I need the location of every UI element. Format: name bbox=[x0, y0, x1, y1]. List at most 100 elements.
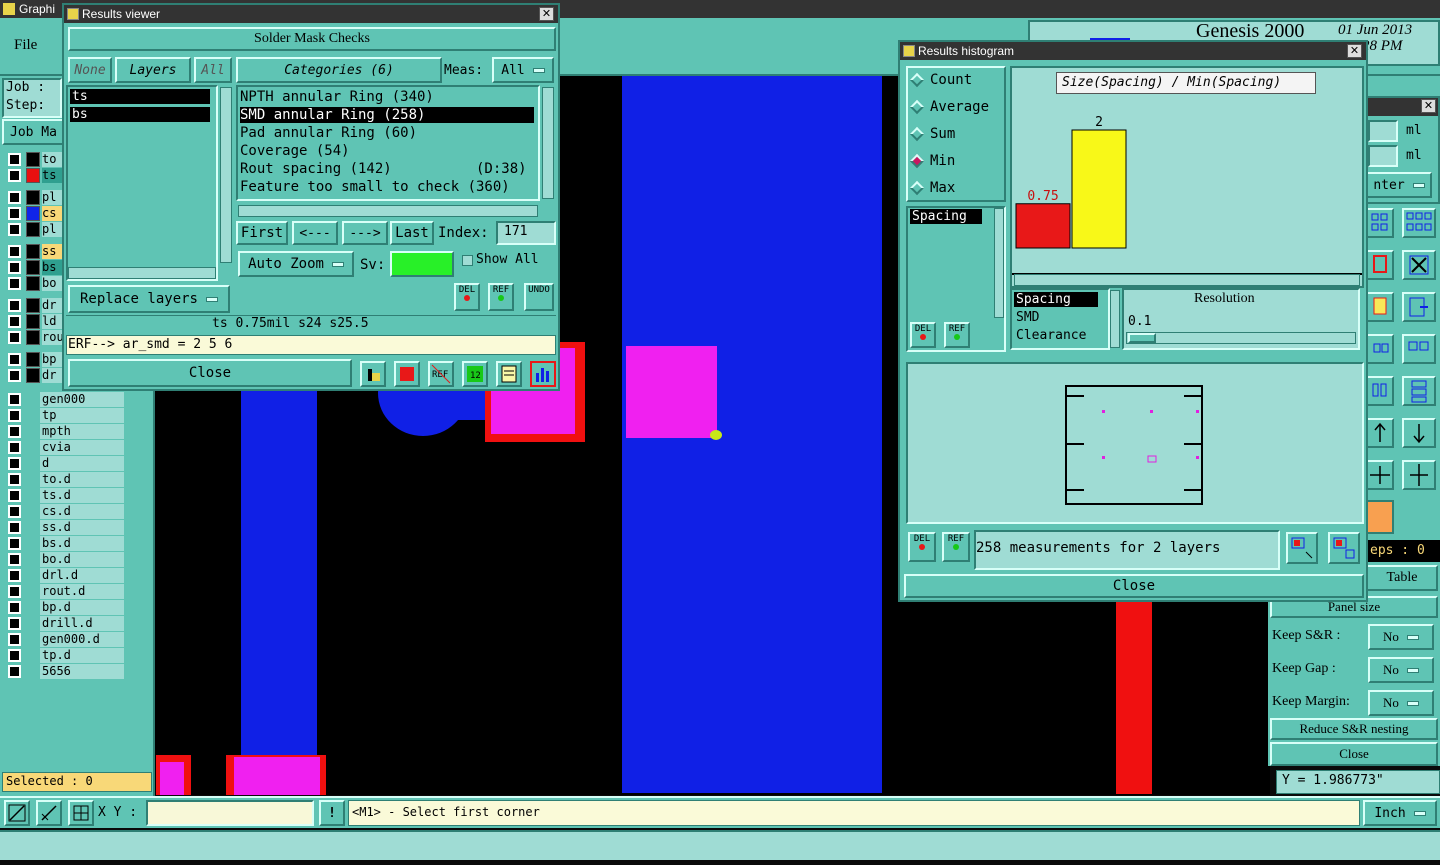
layer-checkbox[interactable] bbox=[8, 169, 21, 182]
arrow-vertical-icon[interactable] bbox=[1402, 460, 1436, 490]
layer-list-item[interactable]: gen000 bbox=[6, 392, 124, 407]
sub-dialog-close-icon[interactable]: ✕ bbox=[1421, 99, 1436, 113]
auto-zoom-select[interactable]: Auto Zoom bbox=[238, 251, 354, 277]
layer-list-checkbox[interactable] bbox=[8, 521, 21, 534]
categories-button[interactable]: Categories (6) bbox=[236, 57, 442, 83]
layout-icon-2[interactable] bbox=[1402, 334, 1436, 364]
right-close-button[interactable]: Close bbox=[1270, 742, 1438, 766]
layer-list-item[interactable]: rout.d bbox=[6, 584, 124, 599]
category-item[interactable]: Pad annular Ring (60) bbox=[240, 125, 534, 141]
layer-list-item[interactable]: ss.d bbox=[6, 520, 124, 535]
histogram-close-button[interactable]: Close bbox=[904, 574, 1364, 598]
layer-checkbox[interactable] bbox=[8, 353, 21, 366]
layout-icon-1[interactable] bbox=[1366, 334, 1394, 364]
preview-del-icon[interactable]: DEL bbox=[908, 532, 936, 562]
layer-list-checkbox[interactable] bbox=[8, 393, 21, 406]
layer-row[interactable]: dr bbox=[6, 298, 64, 313]
layer-list-item[interactable]: tp bbox=[6, 408, 124, 423]
measure-icon[interactable] bbox=[36, 800, 62, 826]
layout-icon-4[interactable] bbox=[1402, 376, 1436, 406]
results-viewer-close-icon[interactable]: ✕ bbox=[539, 7, 554, 21]
prev-button[interactable]: <--- bbox=[292, 221, 338, 245]
zoom-fit-icon[interactable] bbox=[4, 800, 30, 826]
center-select[interactable]: nter bbox=[1366, 172, 1432, 198]
layer-list-checkbox[interactable] bbox=[8, 441, 21, 454]
graph-tool-icon[interactable] bbox=[360, 361, 386, 387]
mode-radio[interactable]: Min bbox=[909, 151, 1004, 171]
layer-list-checkbox[interactable] bbox=[8, 569, 21, 582]
hist-del-icon[interactable]: DEL bbox=[910, 322, 936, 348]
layer-list-item[interactable]: tp.d bbox=[6, 648, 124, 663]
layer-list-checkbox[interactable] bbox=[8, 473, 21, 486]
category-item[interactable]: NPTH annular Ring (340) bbox=[240, 89, 534, 105]
layer-list-item[interactable]: mpth bbox=[6, 424, 124, 439]
menu-file[interactable]: File bbox=[14, 37, 37, 54]
ml-field-1[interactable] bbox=[1368, 120, 1398, 142]
layer-list-checkbox[interactable] bbox=[8, 553, 21, 566]
layer-list-checkbox[interactable] bbox=[8, 665, 21, 678]
show-all-checkbox[interactable] bbox=[462, 255, 473, 266]
chart-hscroll[interactable] bbox=[1014, 274, 1360, 286]
first-button[interactable]: First bbox=[236, 221, 288, 245]
histogram-icon[interactable] bbox=[530, 361, 556, 387]
mode-radio[interactable]: Max bbox=[909, 178, 1004, 198]
xy-input[interactable] bbox=[146, 800, 314, 826]
layers-button[interactable]: Layers bbox=[115, 57, 191, 83]
layer-checkbox[interactable] bbox=[8, 331, 21, 344]
layer-list-item[interactable]: to.d bbox=[6, 472, 124, 487]
categories-vscroll[interactable] bbox=[542, 87, 554, 199]
histogram-close-icon[interactable]: ✕ bbox=[1347, 44, 1362, 58]
results-close-button[interactable]: Close bbox=[68, 359, 352, 387]
layer-row-bs[interactable] bbox=[70, 107, 210, 122]
layer-list-checkbox[interactable] bbox=[8, 457, 21, 470]
replace-layers-button[interactable]: Replace layers bbox=[68, 285, 230, 313]
keep-gap-select[interactable]: No bbox=[1368, 657, 1434, 683]
layer-row[interactable]: to bbox=[6, 152, 64, 167]
ref-icon[interactable]: REF bbox=[488, 283, 514, 311]
matrix-icon-1[interactable] bbox=[1366, 208, 1394, 238]
layer-checkbox[interactable] bbox=[8, 153, 21, 166]
layer-list-checkbox[interactable] bbox=[8, 585, 21, 598]
step-yellow-icon[interactable] bbox=[1366, 292, 1394, 322]
zoom-to-icon[interactable] bbox=[1286, 532, 1318, 564]
resolution-slider[interactable] bbox=[1126, 332, 1356, 344]
reduce-nesting-button[interactable]: Reduce S&R nesting bbox=[1270, 718, 1438, 740]
keep-sr-select[interactable]: No bbox=[1368, 624, 1434, 650]
category-item[interactable]: Coverage (54) bbox=[240, 143, 534, 159]
layer-list-checkbox[interactable] bbox=[8, 505, 21, 518]
meas-select[interactable]: All bbox=[492, 57, 554, 83]
table-button[interactable]: Table bbox=[1366, 565, 1438, 591]
layer-checkbox[interactable] bbox=[8, 299, 21, 312]
layer-list-item[interactable]: 5656 bbox=[6, 664, 124, 679]
layer-list-checkbox[interactable] bbox=[8, 601, 21, 614]
categories-hscroll[interactable] bbox=[238, 205, 538, 217]
layer-list-item[interactable]: gen000.d bbox=[6, 632, 124, 647]
next-button[interactable]: ---> bbox=[342, 221, 388, 245]
mode-radio[interactable]: Sum bbox=[909, 124, 1004, 144]
layer-list-item[interactable]: d bbox=[6, 456, 124, 471]
layer-row-ts[interactable] bbox=[70, 89, 210, 104]
layer-row[interactable]: bo bbox=[6, 276, 64, 291]
resolution-slider-thumb[interactable] bbox=[1128, 333, 1156, 343]
sv-color-select[interactable] bbox=[390, 251, 454, 277]
layers-vscroll[interactable] bbox=[220, 87, 232, 263]
layer-row[interactable]: pl bbox=[6, 222, 64, 237]
layer-row[interactable]: pl bbox=[6, 190, 64, 205]
delete-step-icon[interactable] bbox=[1402, 250, 1436, 280]
mode-radio[interactable]: Count bbox=[909, 70, 1004, 90]
del-icon[interactable]: DEL bbox=[454, 283, 480, 311]
hist-ref-icon[interactable]: REF bbox=[944, 322, 970, 348]
category-item[interactable]: SMD annular Ring (258) bbox=[240, 107, 534, 123]
layer-row[interactable]: ts bbox=[6, 168, 64, 183]
undo-icon[interactable]: UNDO bbox=[524, 283, 554, 311]
layer-list-checkbox[interactable] bbox=[8, 617, 21, 630]
layer-row[interactable]: dr bbox=[6, 368, 64, 383]
measure-vscroll[interactable] bbox=[994, 208, 1004, 318]
layer-checkbox[interactable] bbox=[8, 369, 21, 382]
ml-field-2[interactable] bbox=[1368, 145, 1398, 167]
layer-checkbox[interactable] bbox=[8, 315, 21, 328]
category-item[interactable]: Feature too small to check (360) bbox=[240, 179, 534, 195]
none-button[interactable]: None bbox=[68, 57, 112, 83]
preview-ref-icon[interactable]: REF bbox=[942, 532, 970, 562]
layer-row[interactable]: ld bbox=[6, 314, 64, 329]
